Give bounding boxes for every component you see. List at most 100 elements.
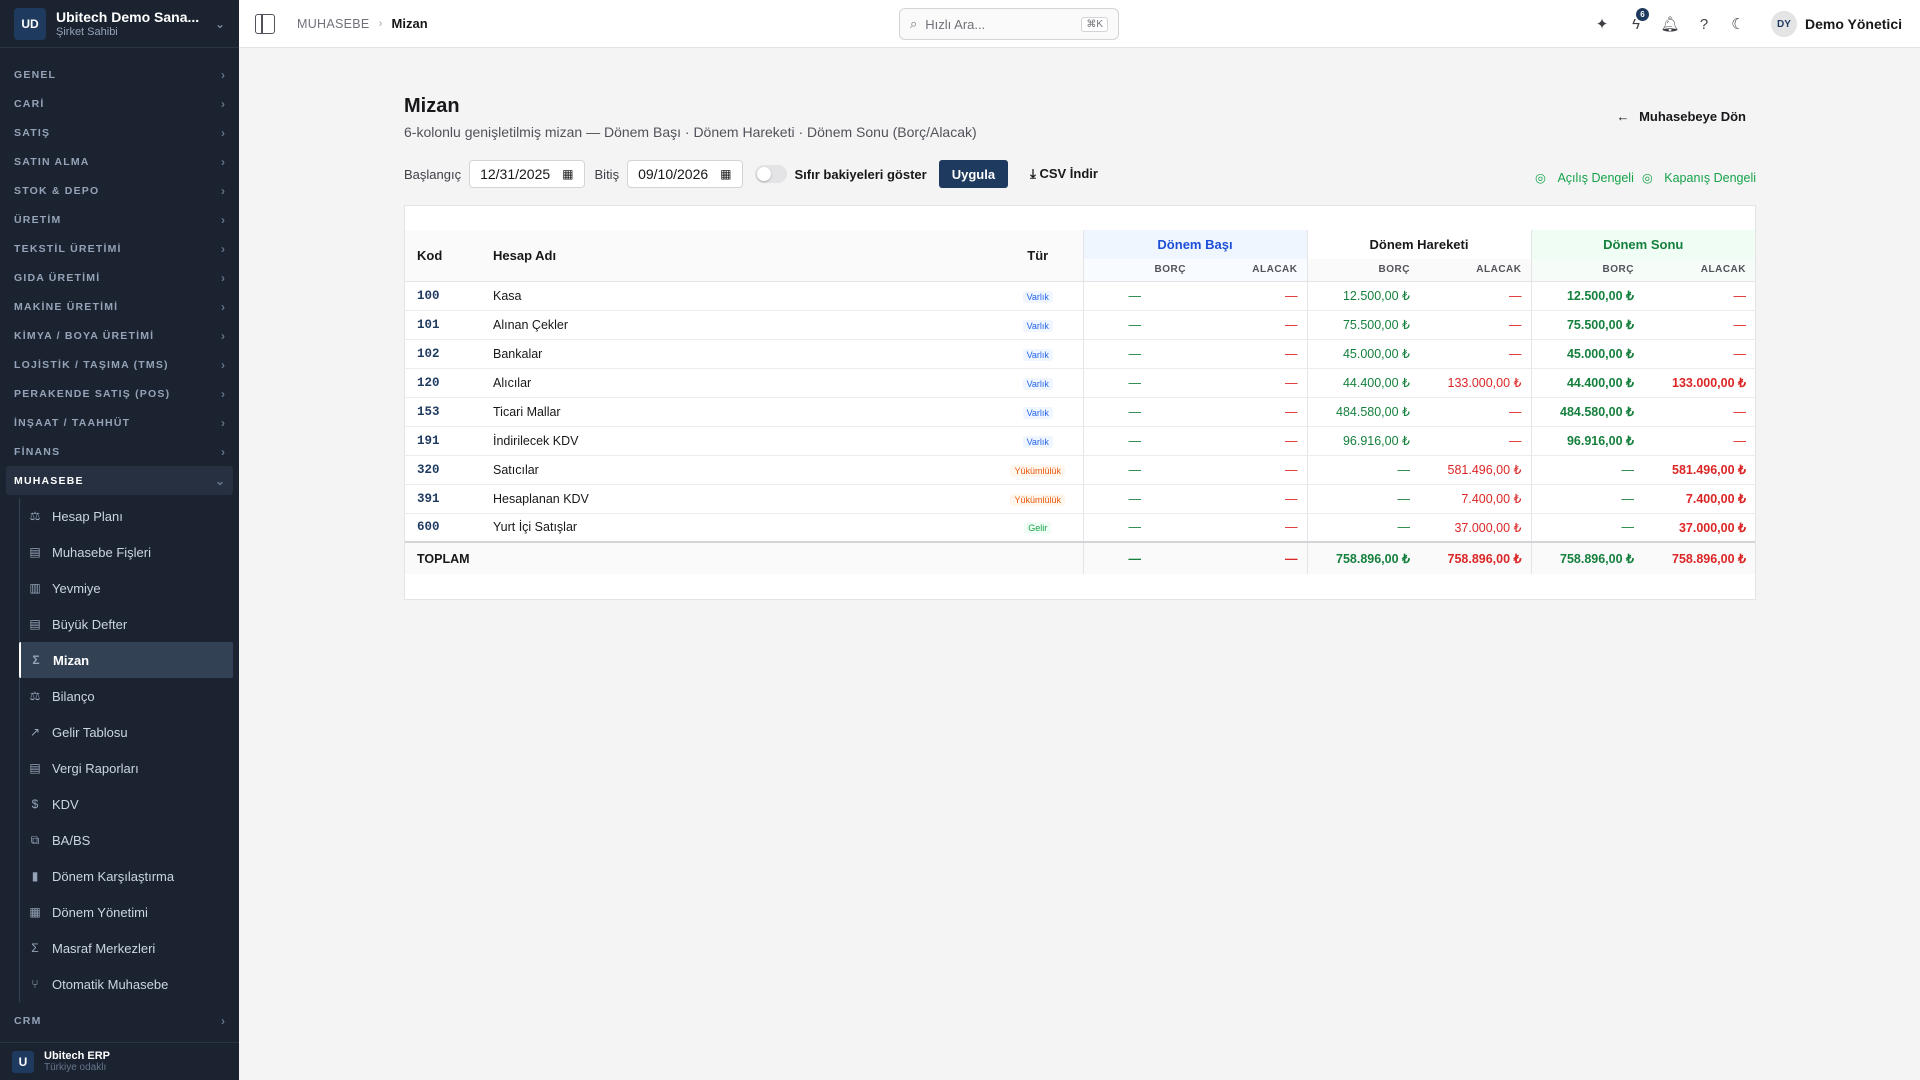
nav-group[interactable]: SATIŞ ›: [0, 118, 239, 147]
sidebar-item[interactable]: ⚖ Hesap Planı: [20, 498, 233, 534]
search-input[interactable]: ⌕ Hızlı Ara... ⌘K: [899, 8, 1119, 40]
movement-debit: 45.000,00 ₺: [1306, 339, 1419, 368]
nav-group-label: İNŞAAT / TAAHHÜT: [14, 416, 131, 429]
nav-group[interactable]: MAKİNE ÜRETİMİ ›: [0, 292, 239, 321]
nav-group[interactable]: PERAKENDE SATIŞ (POS) ›: [0, 379, 239, 408]
nav-group[interactable]: FİNANS ›: [0, 437, 239, 466]
account-name: Yurt İçi Satışlar: [493, 520, 578, 535]
bell-icon[interactable]: 🔔︎: [1653, 15, 1687, 33]
file-icon: ▤: [29, 617, 41, 631]
moon-icon[interactable]: ☾: [1721, 15, 1755, 33]
sparkle-icon[interactable]: ✦: [1585, 15, 1619, 33]
chevron-right-icon: ›: [221, 96, 225, 111]
company-switcher[interactable]: UD Ubitech Demo Sana... Şirket Sahibi ⌄: [0, 0, 239, 48]
nav-group[interactable]: LOJİSTİK / TAŞIMA (TMS) ›: [0, 350, 239, 379]
nav-group[interactable]: KİMYA / BOYA ÜRETİMİ ›: [0, 321, 239, 350]
back-to-accounting-button[interactable]: ← Muhasebeye Dön: [1616, 109, 1746, 124]
sidebar-item[interactable]: ▦ Dönem Yönetimi: [20, 894, 233, 930]
company-name: Ubitech Demo Sana...: [56, 9, 200, 25]
sidebar-item[interactable]: Σ Mizan: [19, 642, 233, 678]
table-row[interactable]: 102 Bankalar Varlık — — 45.000,00 ₺ — 45.000,00…: [405, 339, 1755, 368]
opening-credit: —: [1285, 346, 1298, 361]
zero-balance-toggle[interactable]: [754, 165, 787, 183]
table-row[interactable]: 391 Hesaplanan KDV Yükümlülük — — — 7.400,00 ₺…: [405, 484, 1755, 513]
help-icon[interactable]: ?: [1687, 16, 1721, 33]
nav-group-label: TEKSTİL ÜRETİMİ: [14, 242, 122, 255]
start-date-input[interactable]: 12/31/2025 ▦: [469, 160, 585, 188]
search-icon: ⌕: [910, 16, 918, 31]
table-row[interactable]: 120 Alıcılar Varlık — — 44.400,00 ₺ 133.000,00…: [405, 368, 1755, 397]
chevron-right-icon: ›: [221, 357, 225, 372]
header-tur: Tür: [1027, 247, 1049, 263]
total-movement-debit: 758.896,00 ₺: [1306, 542, 1419, 574]
sidebar-item[interactable]: ⚖ Bilanço: [20, 678, 233, 714]
sidebar-item[interactable]: ⧉ BA/BS: [20, 822, 233, 858]
account-code: 102: [417, 346, 440, 361]
opening-debit: —: [1082, 426, 1195, 455]
balance-status: ◎ Açılış Dengeli ◎ Kapanış Dengeli: [1527, 170, 1756, 185]
chevron-right-icon: ›: [221, 386, 225, 401]
nav-group[interactable]: GIDA ÜRETİMİ ›: [0, 263, 239, 292]
header-borc: BORÇ: [1306, 259, 1419, 281]
table-row[interactable]: 320 Satıcılar Yükümlülük — — — 581.496,00 ₺ — 58…: [405, 455, 1755, 484]
csv-download-button[interactable]: ⤓ CSV İndir: [1030, 166, 1098, 182]
copy-icon: ⧉: [30, 832, 40, 847]
header-hesap-adi: Hesap Adı: [493, 247, 557, 263]
nav-group-crm[interactable]: CRM ›: [0, 1006, 239, 1035]
nav-group[interactable]: CARİ ›: [0, 89, 239, 118]
table-row[interactable]: 191 İndirilecek KDV Varlık — — 96.916,00 ₺ — 96…: [405, 426, 1755, 455]
sidebar-item[interactable]: ▤ Büyük Defter: [20, 606, 233, 642]
sidebar-item[interactable]: ▥ Yevmiye: [20, 570, 233, 606]
chevron-right-icon: ›: [221, 415, 225, 430]
sidebar-item[interactable]: ↗ Gelir Tablosu: [20, 714, 233, 750]
table-row[interactable]: 100 Kasa Varlık — — 12.500,00 ₺ — 12.500,00 ₺ —: [405, 281, 1755, 310]
trial-balance-table: Kod Hesap Adı Tür Dönem Başı Dönem Harek…: [405, 230, 1755, 574]
apply-button[interactable]: Uygula: [938, 160, 1009, 188]
company-role: Şirket Sahibi: [56, 26, 118, 38]
sidebar-item-label: Hesap Planı: [52, 508, 123, 524]
app-logo: U: [12, 1050, 34, 1073]
account-name: İndirilecek KDV: [493, 433, 579, 448]
activity-icon[interactable]: ϟ6: [1619, 7, 1653, 33]
account-type-badge: Varlık: [1022, 319, 1053, 332]
closing-credit: 581.496,00 ₺: [1672, 463, 1746, 477]
total-opening-debit: —: [1082, 542, 1195, 574]
table-row[interactable]: 101 Alınan Çekler Varlık — — 75.500,00 ₺ — 75.5…: [405, 310, 1755, 339]
account-type-badge: Varlık: [1022, 348, 1053, 361]
movement-debit: 75.500,00 ₺: [1306, 310, 1419, 339]
breadcrumb-parent[interactable]: MUHASEBE: [297, 17, 370, 31]
chevron-right-icon: ›: [221, 67, 225, 82]
nav-group[interactable]: İNŞAAT / TAAHHÜT ›: [0, 408, 239, 437]
nav-group[interactable]: TEKSTİL ÜRETİMİ ›: [0, 234, 239, 263]
chevron-right-icon: ›: [221, 241, 225, 256]
account-name: Alınan Çekler: [493, 317, 569, 332]
nav-group-label: MUHASEBE: [14, 474, 84, 487]
sidebar-item-label: Büyük Defter: [52, 616, 128, 632]
sidebar-item[interactable]: ▤ Muhasebe Fişleri: [20, 534, 233, 570]
opening-debit: —: [1082, 368, 1195, 397]
start-date-value: 12/31/2025: [480, 166, 551, 182]
sidebar-item[interactable]: ⑂ Otomatik Muhasebe: [20, 966, 233, 1002]
sidebar-item-label: Bilanço: [52, 688, 95, 704]
user-menu[interactable]: DY Demo Yönetici: [1771, 11, 1902, 37]
nav-group[interactable]: ÜRETİM ›: [0, 205, 239, 234]
table-row[interactable]: 600 Yurt İçi Satışlar Gelir — — — 37.000,00 ₺ —…: [405, 513, 1755, 542]
nav-group-muhasebe[interactable]: MUHASEBE ⌄: [6, 466, 233, 495]
scale-icon: ⚖: [29, 689, 41, 703]
sidebar-item-label: KDV: [52, 796, 79, 812]
nav-group[interactable]: STOK & DEPO ›: [0, 176, 239, 205]
trend-up-icon: ↗: [29, 725, 41, 739]
nav-group[interactable]: SATIN ALMA ›: [0, 147, 239, 176]
nav-group[interactable]: GENEL ›: [0, 60, 239, 89]
chevron-right-icon: ›: [221, 1013, 225, 1028]
sidebar-item[interactable]: Σ Masraf Merkezleri: [20, 930, 233, 966]
end-date-input[interactable]: 09/10/2026 ▦: [627, 160, 743, 188]
sidebar-item[interactable]: ▮ Dönem Karşılaştırma: [20, 858, 233, 894]
sidebar-item[interactable]: $ KDV: [20, 786, 233, 822]
opening-credit: —: [1285, 433, 1298, 448]
sidebar-toggle-icon[interactable]: [255, 13, 275, 34]
table-row[interactable]: 153 Ticari Mallar Varlık — — 484.580,00 ₺ — 484…: [405, 397, 1755, 426]
user-name: Demo Yönetici: [1805, 16, 1902, 32]
muhasebe-submenu: ⚖ Hesap Planı ▤ Muhasebe Fişleri ▥ Yevmiye ▤ Bü…: [19, 498, 239, 1002]
sidebar-item[interactable]: ▤ Vergi Raporları: [20, 750, 233, 786]
